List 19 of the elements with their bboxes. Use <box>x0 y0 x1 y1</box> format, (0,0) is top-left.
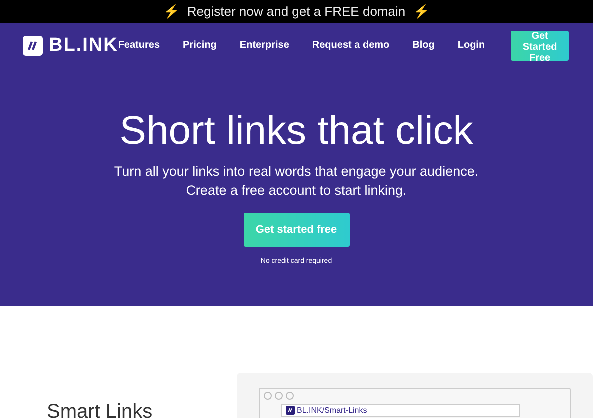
window-dot <box>275 392 283 400</box>
hero-subtitle: Create a free account to start linking. <box>185 182 408 200</box>
logo-text[interactable]: BL.INK <box>49 34 118 56</box>
hero-subtitle: Turn all your links into real words that engage your audience. <box>114 163 479 181</box>
nav-link[interactable]: Request a demo <box>312 40 390 51</box>
section-heading: Smart Links <box>47 401 154 418</box>
hero-title: Short links that click <box>120 108 474 154</box>
logo-icon <box>23 36 43 56</box>
lightning-icon: ⚡ <box>163 4 180 19</box>
nav-link[interactable]: Login <box>458 40 486 51</box>
address-text: BL.INK/Smart-Links <box>297 406 368 415</box>
nav-link[interactable]: Features <box>118 40 160 51</box>
window-dot <box>264 392 272 400</box>
nav-link[interactable]: Blog <box>412 40 435 51</box>
lightning-icon: ⚡ <box>414 4 430 19</box>
window-dot <box>286 392 294 400</box>
announcement-text: Register now and get a FREE domain <box>187 4 406 19</box>
nav-link[interactable]: Pricing <box>183 40 217 51</box>
nav-link[interactable]: Enterprise <box>240 40 290 51</box>
